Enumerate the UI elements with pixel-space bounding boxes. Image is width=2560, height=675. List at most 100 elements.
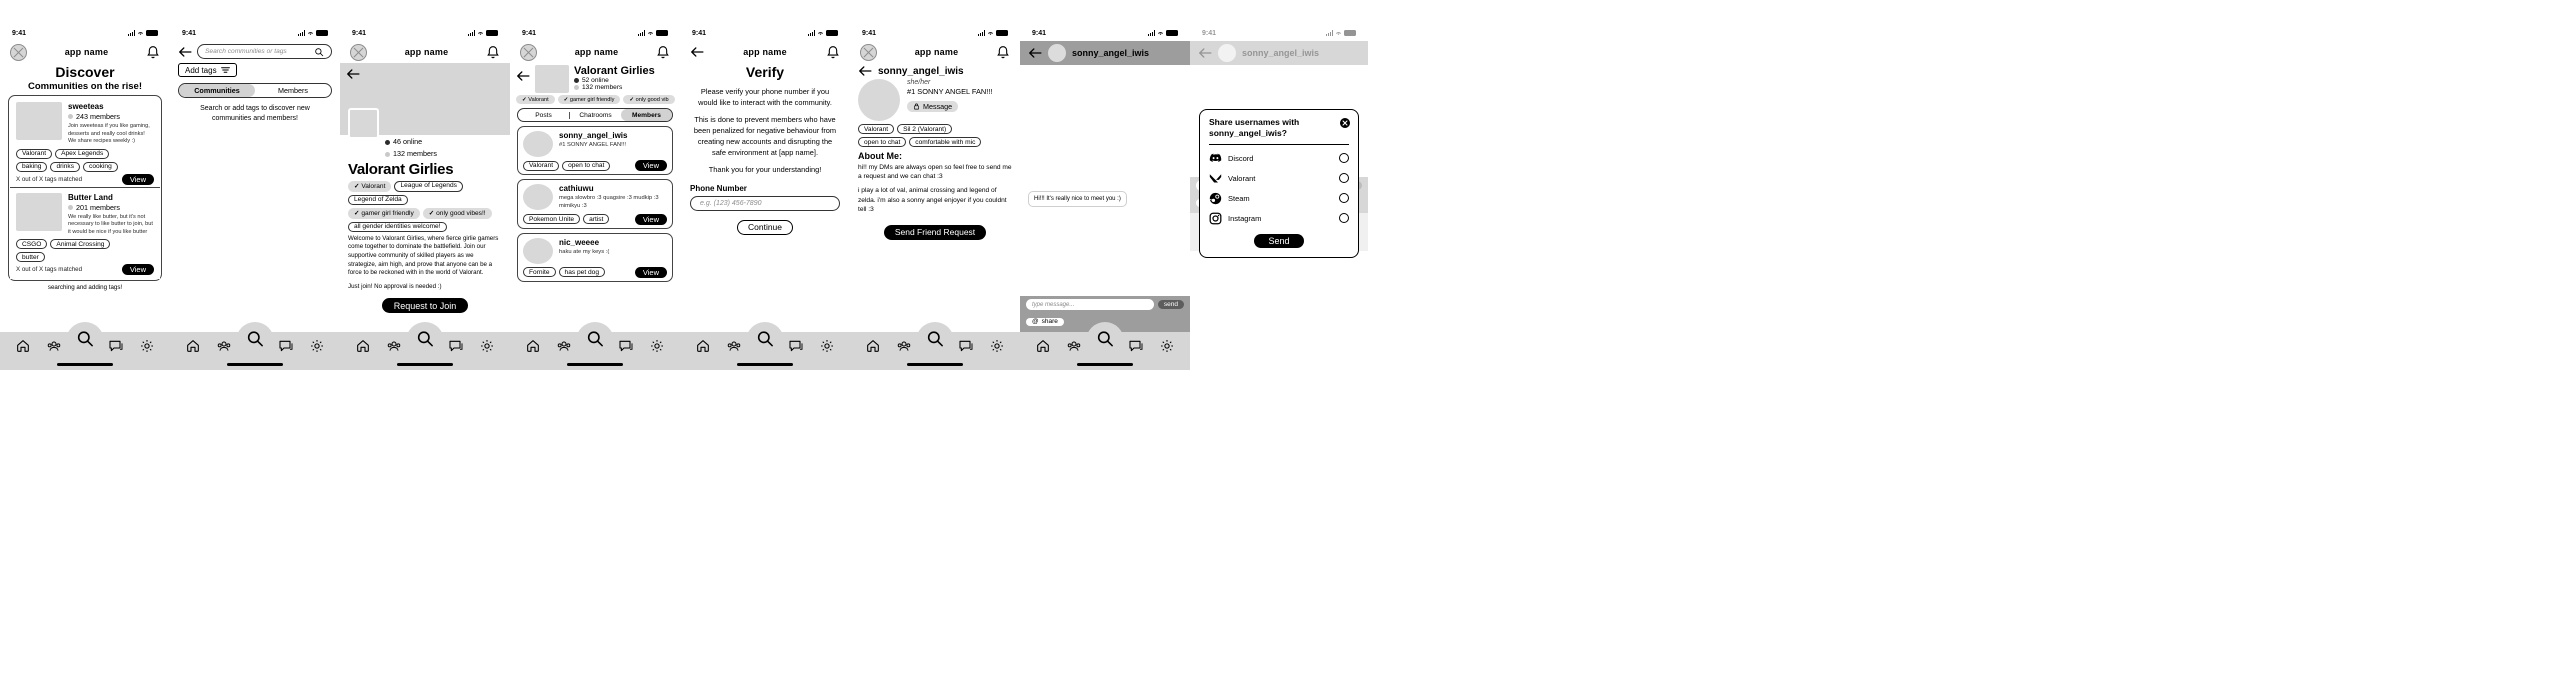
tag-chip[interactable]: drinks	[50, 161, 81, 172]
phone-number-input[interactable]: e.g. (123) 456-7890	[690, 196, 840, 212]
tag-chip[interactable]: has pet dog	[558, 267, 605, 278]
tag-chip[interactable]: Valorant	[858, 124, 895, 134]
tag-chip[interactable]: Animal Crossing	[50, 239, 111, 250]
message-button[interactable]: Message	[907, 100, 959, 112]
settings-icon[interactable]	[139, 338, 155, 354]
view-button[interactable]: View	[634, 213, 667, 225]
send-friend-request-button[interactable]: Send Friend Request	[883, 224, 987, 240]
add-tags-button[interactable]: Add tags	[178, 63, 237, 77]
tab-members[interactable]: Members	[621, 109, 672, 121]
member-card[interactable]: nic_weeee haku ate my keys :( Fornite ha…	[517, 232, 673, 282]
view-button[interactable]: View	[121, 173, 154, 185]
search-icon[interactable]	[756, 329, 775, 348]
tag-chip[interactable]: gamer girl friendly	[348, 207, 420, 219]
home-icon[interactable]	[865, 338, 881, 354]
notifications-bell-icon[interactable]	[486, 45, 500, 60]
search-icon[interactable]	[416, 329, 435, 348]
close-icon[interactable]	[1339, 117, 1351, 129]
settings-icon[interactable]	[819, 338, 835, 354]
request-to-join-button[interactable]: Request to Join	[381, 298, 469, 314]
member-card[interactable]: cathiuwu mega slowbro :3 quagsire :3 mud…	[517, 179, 673, 229]
chat-icon[interactable]	[958, 338, 974, 354]
search-icon[interactable]	[246, 329, 265, 348]
settings-icon[interactable]	[479, 338, 495, 354]
notifications-bell-icon[interactable]	[826, 45, 840, 60]
share-option-valorant[interactable]: Valorant	[1209, 168, 1349, 188]
tag-chip[interactable]: Valorant	[16, 148, 53, 159]
notifications-bell-icon[interactable]	[996, 45, 1010, 60]
tab-posts[interactable]: Posts	[518, 109, 569, 121]
search-icon[interactable]	[926, 329, 945, 348]
community-icon[interactable]	[556, 338, 572, 354]
tag-chip[interactable]: Valorant	[523, 160, 560, 171]
send-button[interactable]: send	[1157, 300, 1184, 309]
tab-communities[interactable]: Communities	[179, 83, 255, 97]
back-arrow-icon[interactable]	[1198, 47, 1212, 59]
view-button[interactable]: View	[634, 266, 667, 278]
modal-send-button[interactable]: Send	[1254, 234, 1304, 249]
home-icon[interactable]	[1035, 338, 1051, 354]
settings-icon[interactable]	[1159, 338, 1175, 354]
settings-icon[interactable]	[309, 338, 325, 354]
tag-chip[interactable]: Legend of Zelda	[348, 194, 408, 205]
home-icon[interactable]	[695, 338, 711, 354]
tag-chip[interactable]: Fornite	[523, 267, 556, 278]
share-option-instagram[interactable]: Instagram	[1209, 208, 1349, 228]
share-option-discord[interactable]: Discord	[1209, 148, 1349, 168]
settings-icon[interactable]	[649, 338, 665, 354]
share-option-steam[interactable]: Steam	[1209, 188, 1349, 208]
message-input[interactable]: type message...	[1026, 299, 1154, 310]
continue-button[interactable]: Continue	[736, 219, 794, 235]
search-icon[interactable]	[1096, 329, 1115, 348]
back-arrow-icon[interactable]	[690, 46, 704, 58]
tag-chip[interactable]: open to chat	[562, 160, 611, 171]
tag-chip[interactable]: comfortable with mic	[909, 137, 982, 147]
tag-chip[interactable]: League of Legends	[394, 180, 463, 192]
chat-icon[interactable]	[278, 338, 294, 354]
tag-chip[interactable]: CSGO	[16, 239, 48, 250]
chat-icon[interactable]	[1128, 338, 1144, 354]
back-arrow-icon[interactable]	[178, 46, 192, 58]
tag-chip[interactable]: baking	[16, 161, 48, 172]
search-icon[interactable]	[586, 329, 605, 348]
chat-icon[interactable]	[788, 338, 804, 354]
chat-icon[interactable]	[618, 338, 634, 354]
community-icon[interactable]	[896, 338, 912, 354]
search-icon[interactable]	[76, 329, 95, 348]
settings-icon[interactable]	[989, 338, 1005, 354]
tab-members[interactable]: Members	[255, 84, 331, 97]
tag-chip[interactable]: butter	[16, 252, 45, 263]
tab-chatrooms[interactable]: Chatrooms	[570, 109, 621, 121]
share-button[interactable]: @ share	[1026, 317, 1064, 326]
share-option-radio[interactable]	[1339, 173, 1349, 184]
notifications-bell-icon[interactable]	[656, 45, 670, 60]
share-option-radio[interactable]	[1339, 213, 1349, 224]
tag-chip[interactable]: Valorant	[516, 95, 555, 104]
community-icon[interactable]	[726, 338, 742, 354]
view-button[interactable]: View	[634, 160, 667, 171]
search-input[interactable]: Search communities or tags	[197, 44, 332, 59]
back-arrow-icon[interactable]	[516, 70, 530, 82]
community-icon[interactable]	[46, 338, 62, 354]
community-icon[interactable]	[386, 338, 402, 354]
community-icon[interactable]	[216, 338, 232, 354]
home-icon[interactable]	[355, 338, 371, 354]
back-arrow-icon[interactable]	[346, 68, 360, 80]
tag-chip[interactable]: cooking	[83, 161, 118, 172]
chat-icon[interactable]	[108, 338, 124, 354]
home-icon[interactable]	[185, 338, 201, 354]
view-button[interactable]: View	[121, 264, 154, 276]
home-icon[interactable]	[525, 338, 541, 354]
tag-chip[interactable]: gamer girl friendly	[557, 95, 621, 104]
community-icon[interactable]	[1066, 338, 1082, 354]
back-arrow-icon[interactable]	[1028, 47, 1042, 59]
chat-icon[interactable]	[448, 338, 464, 354]
tag-chip[interactable]: Sil 2 (Valorant)	[897, 124, 953, 134]
tag-chip[interactable]: only good vibes!!	[422, 207, 492, 219]
tag-chip[interactable]: Pokemon Unite	[523, 214, 581, 225]
tag-chip[interactable]: only good vib	[623, 95, 675, 104]
tag-chip[interactable]: artist	[583, 214, 610, 225]
member-card[interactable]: sonny_angel_iwis #1 SONNY ANGEL FAN!!! V…	[517, 126, 673, 175]
community-card[interactable]: Butter Land 201 members We really like b…	[10, 186, 160, 280]
notifications-bell-icon[interactable]	[146, 45, 160, 60]
